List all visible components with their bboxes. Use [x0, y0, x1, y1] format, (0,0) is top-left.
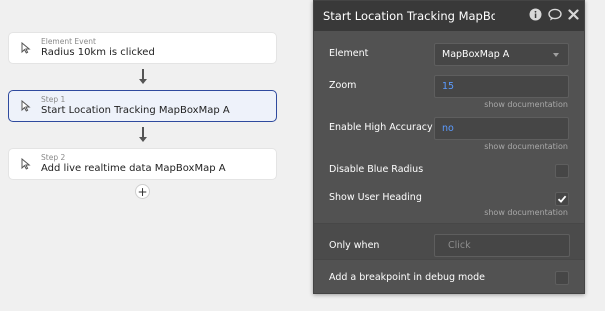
- add-step-button[interactable]: +: [135, 184, 150, 199]
- zoom-label: Zoom: [329, 80, 357, 91]
- step-2-label: Add live realtime data MapBoxMap A: [41, 162, 226, 174]
- element-value: MapBoxMap A: [442, 49, 510, 60]
- high-accuracy-label: Enable High Accuracy: [329, 122, 433, 133]
- property-panel: Start Location Tracking MapBoxM Element …: [313, 0, 585, 294]
- checkmark-icon: [557, 195, 567, 203]
- divider: [314, 259, 584, 260]
- event-card[interactable]: Element Event Radius 10km is clicked: [8, 32, 277, 64]
- close-icon[interactable]: [568, 9, 579, 20]
- info-icon[interactable]: [529, 8, 542, 21]
- chevron-down-icon: [553, 53, 559, 57]
- disable-blue-radius-label: Disable Blue Radius: [329, 164, 424, 175]
- cursor-icon: [18, 156, 34, 172]
- panel-title: Start Location Tracking MapBoxM: [323, 9, 495, 23]
- high-accuracy-value: no: [442, 123, 454, 134]
- event-label: Radius 10km is clicked: [41, 46, 155, 58]
- user-heading-show-documentation[interactable]: show documentation: [484, 208, 568, 217]
- zoom-show-documentation[interactable]: show documentation: [484, 100, 568, 109]
- flow-arrow: [138, 69, 148, 84]
- flow-arrow: [138, 127, 148, 142]
- event-kind: Element Event: [41, 37, 96, 47]
- show-user-heading-label: Show User Heading: [329, 192, 422, 203]
- comment-icon[interactable]: [548, 8, 562, 21]
- high-accuracy-input[interactable]: no: [434, 117, 569, 140]
- step-1-kind: Step 1: [41, 95, 66, 105]
- high-accuracy-show-documentation[interactable]: show documentation: [484, 142, 568, 151]
- zoom-value: 15: [442, 81, 455, 92]
- breakpoint-checkbox[interactable]: [555, 271, 569, 285]
- cursor-icon: [18, 40, 34, 56]
- divider: [314, 223, 584, 224]
- step-2-kind: Step 2: [41, 153, 66, 163]
- element-label: Element: [329, 48, 369, 59]
- panel-header[interactable]: Start Location Tracking MapBoxM: [314, 1, 584, 31]
- breakpoint-label: Add a breakpoint in debug mode: [329, 272, 485, 283]
- show-user-heading-checkbox[interactable]: [555, 192, 569, 206]
- element-dropdown[interactable]: MapBoxMap A: [434, 43, 569, 66]
- step-1-label: Start Location Tracking MapBoxMap A: [41, 104, 230, 116]
- zoom-input[interactable]: 15: [434, 75, 569, 98]
- only-when-label: Only when: [329, 240, 380, 251]
- disable-blue-radius-checkbox[interactable]: [555, 164, 569, 178]
- cursor-icon: [18, 98, 34, 114]
- step-1-card[interactable]: Step 1 Start Location Tracking MapBoxMap…: [8, 90, 277, 122]
- only-when-placeholder: Click: [448, 240, 471, 251]
- only-when-input[interactable]: Click: [434, 234, 570, 257]
- step-2-card[interactable]: Step 2 Add live realtime data MapBoxMap …: [8, 148, 277, 180]
